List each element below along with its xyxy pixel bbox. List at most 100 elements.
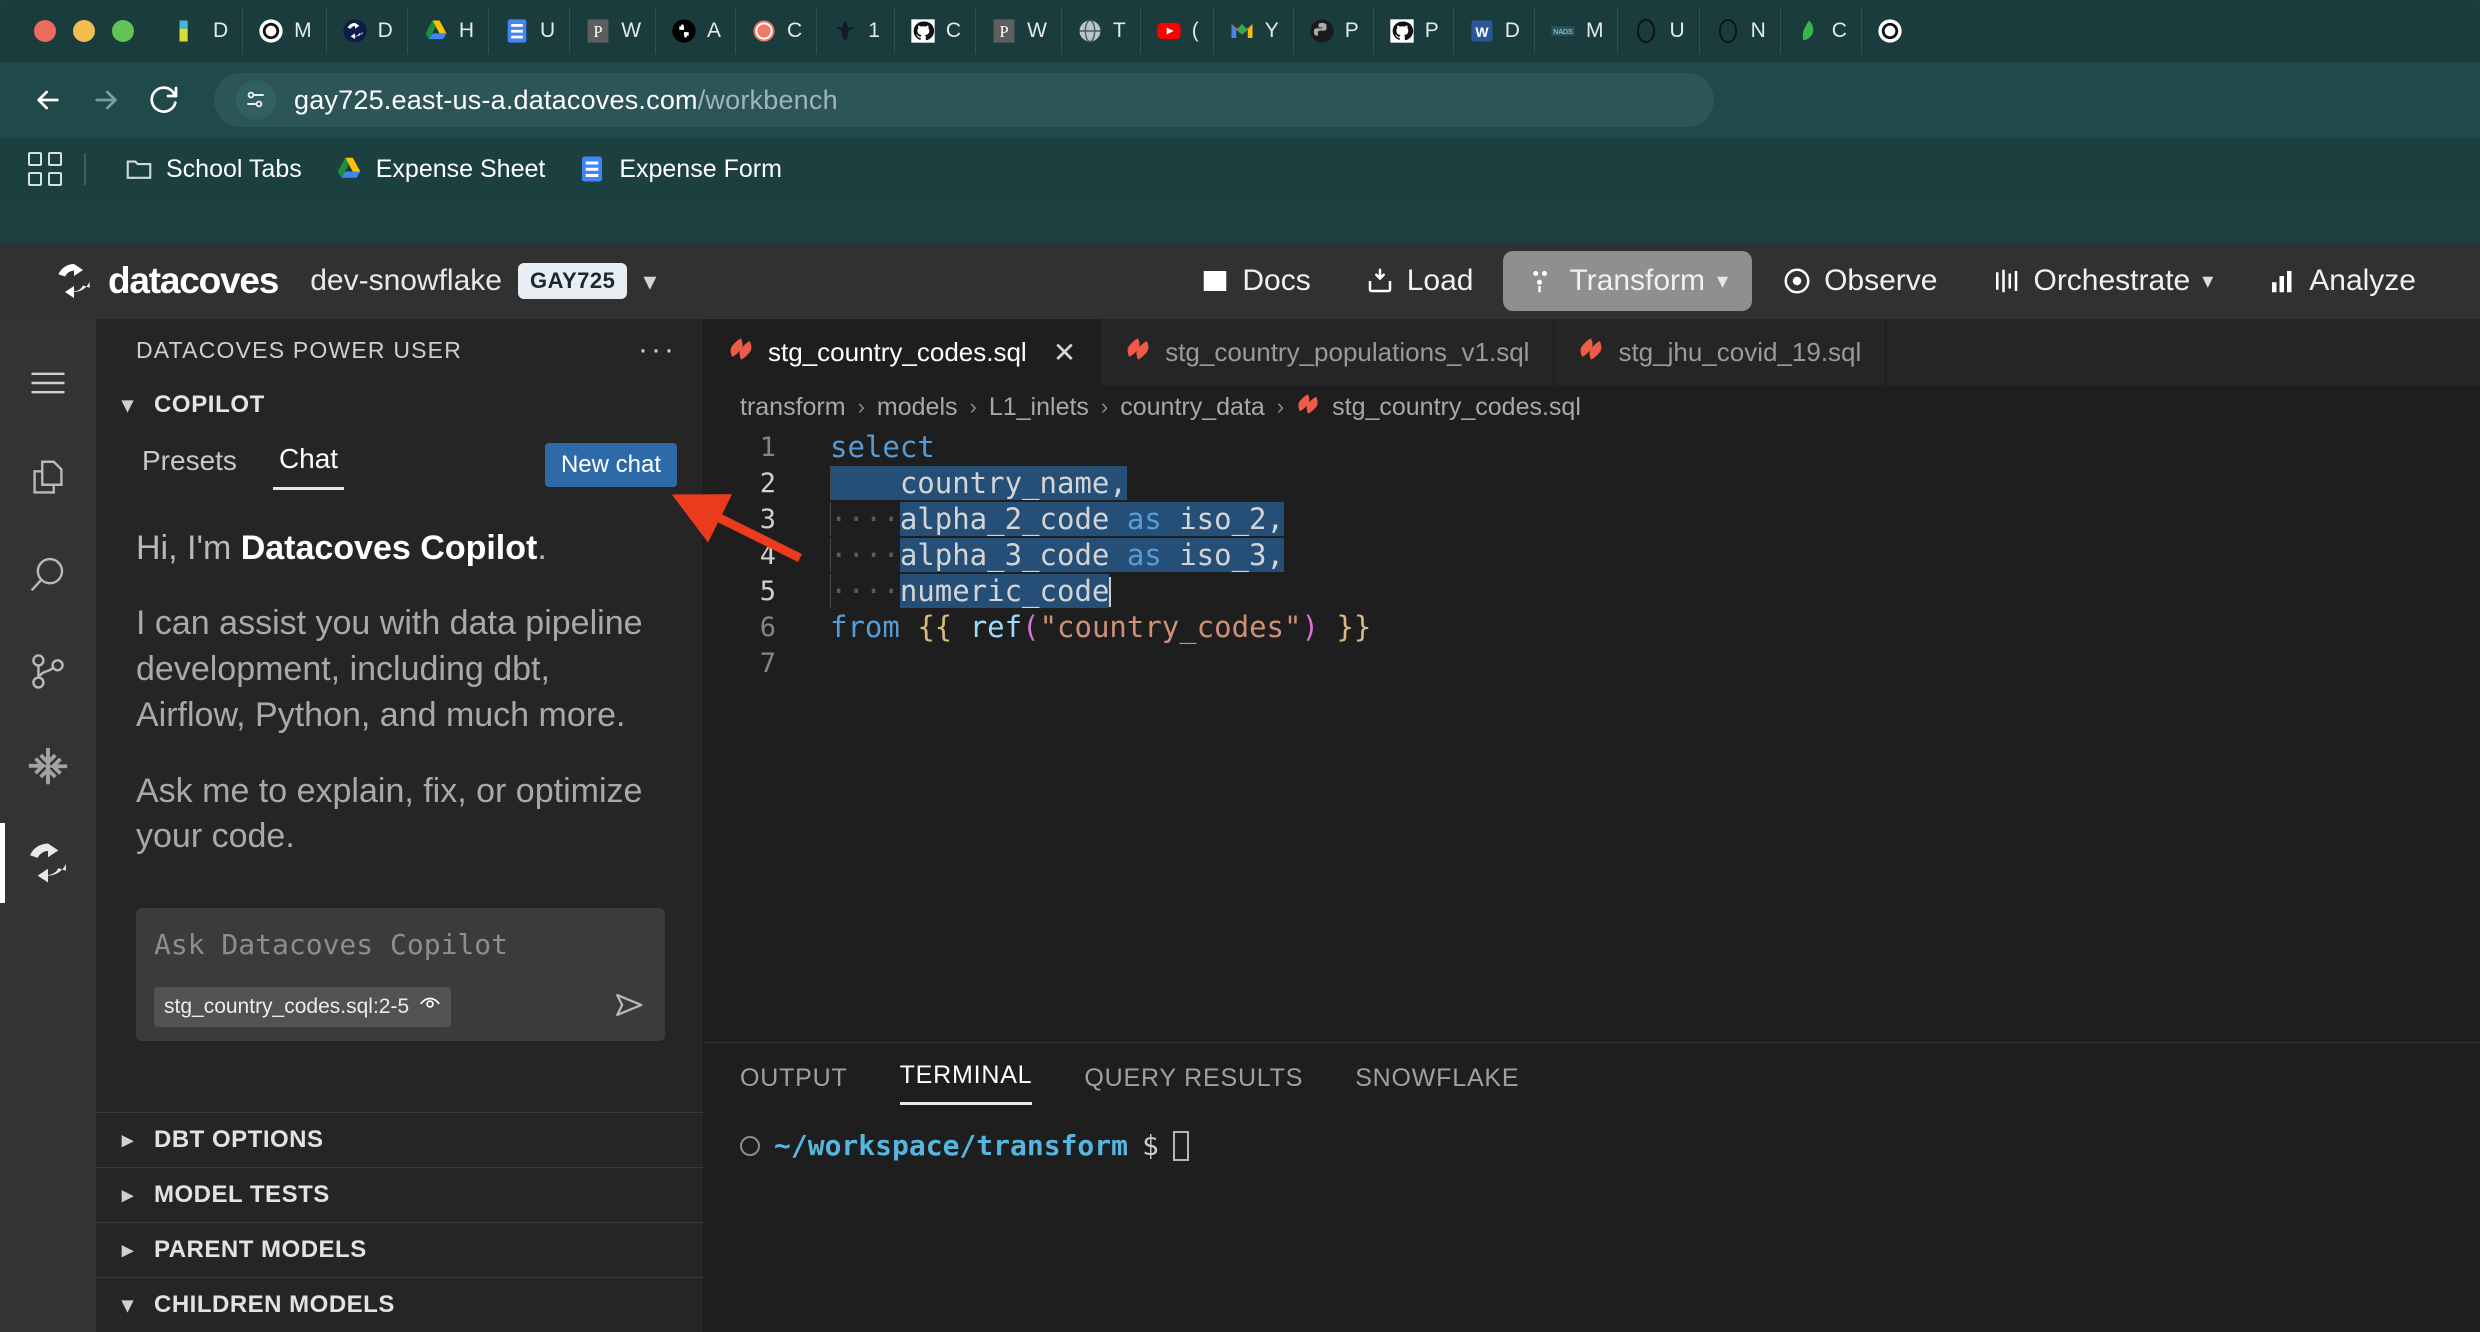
editor-tab[interactable]: stg_country_codes.sql ✕ <box>704 319 1102 385</box>
browser-tab[interactable]: A <box>655 8 735 54</box>
code-line[interactable]: 2 country_name, <box>704 465 2480 501</box>
accordion-children-models[interactable]: ▾ CHILDREN MODELS <box>96 1277 703 1332</box>
editor-tab[interactable]: stg_country_populations_v1.sql <box>1101 319 1555 385</box>
copilot-section-header[interactable]: ▾ COPILOT <box>96 381 703 429</box>
browser-tab[interactable]: H <box>406 8 488 54</box>
minimize-window-button[interactable] <box>73 20 95 42</box>
browser-tab[interactable]: C <box>893 8 975 54</box>
word-icon: W <box>1468 17 1496 45</box>
browser-tab-label: N <box>1750 19 1766 42</box>
browser-tab[interactable]: T <box>1060 8 1140 54</box>
panel-tab-output[interactable]: OUTPUT <box>740 1064 848 1105</box>
chevron-down-icon[interactable]: ▾ <box>643 266 656 297</box>
more-actions-icon[interactable]: ··· <box>638 333 677 367</box>
airflow-icon <box>831 17 859 45</box>
chevron-right-icon: ▸ <box>122 1127 134 1152</box>
eye-icon[interactable] <box>419 993 441 1021</box>
close-tab-icon[interactable]: ✕ <box>1053 336 1076 369</box>
code-line[interactable]: 3 ····alpha_2_code as iso_2, <box>704 501 2480 537</box>
code-line[interactable]: 7 <box>704 645 2480 681</box>
leaf-icon <box>1795 17 1823 45</box>
browser-tab[interactable]: WD <box>1452 8 1534 54</box>
browser-tab[interactable]: PW <box>569 8 655 54</box>
editor-tab[interactable]: stg_jhu_covid_19.sql <box>1554 319 1887 385</box>
code-line[interactable]: 1 select <box>704 429 2480 465</box>
send-message-button[interactable] <box>613 988 647 1027</box>
code-line[interactable]: 4 ····alpha_3_code as iso_3, <box>704 537 2480 573</box>
breadcrumb-item[interactable]: country_data <box>1120 393 1265 422</box>
browser-tab[interactable]: NADS M <box>1533 8 1618 54</box>
panel-tab-snowflake[interactable]: SNOWFLAKE <box>1355 1064 1519 1105</box>
bookmark-item[interactable]: Expense Form <box>561 148 798 190</box>
window-controls[interactable] <box>34 20 134 42</box>
browser-tab[interactable]: C <box>735 8 816 54</box>
address-bar[interactable]: gay725.east-us-a.datacoves.com/workbench <box>214 73 1714 127</box>
files-icon[interactable] <box>0 431 96 527</box>
nav-item-docs[interactable]: Docs <box>1176 251 1334 311</box>
accordion-model-tests[interactable]: ▸ MODEL TESTS <box>96 1167 703 1222</box>
site-settings-icon[interactable] <box>236 80 276 120</box>
code-line[interactable]: 5 ····numeric_code <box>704 573 2480 609</box>
panel-tab-query-results[interactable]: QUERY RESULTS <box>1084 1064 1303 1105</box>
code-line-content: ····alpha_2_code as iso_2, <box>830 502 1284 536</box>
browser-tab[interactable]: U <box>488 8 569 54</box>
maximize-window-button[interactable] <box>112 20 134 42</box>
nav-item-transform[interactable]: Transform ▾ <box>1503 251 1753 311</box>
browser-tab[interactable]: U <box>1617 8 1698 54</box>
nav-item-observe[interactable]: Observe <box>1758 251 1961 311</box>
nav-item-analyze[interactable]: Analyze <box>2243 251 2440 311</box>
accordion-dbt-options[interactable]: ▸ DBT OPTIONS <box>96 1112 703 1167</box>
breadcrumb-item[interactable]: stg_country_codes.sql <box>1332 393 1581 422</box>
environment-selector[interactable]: dev-snowflake GAY725 ▾ <box>310 263 656 299</box>
search-icon[interactable] <box>0 527 96 623</box>
context-chip[interactable]: stg_country_codes.sql:2-5 <box>154 987 452 1028</box>
browser-tab[interactable]: D <box>325 8 407 54</box>
copilot-composer[interactable]: Ask Datacoves Copilot stg_country_codes.… <box>136 908 665 1042</box>
hamburger-menu-icon[interactable] <box>0 335 96 431</box>
back-button[interactable] <box>22 74 74 126</box>
reload-button[interactable] <box>138 74 190 126</box>
browser-tab[interactable]: Y <box>1212 8 1293 54</box>
copilot-section-label: COPILOT <box>154 391 265 418</box>
url-host: gay725.east-us-a.datacoves.com <box>294 84 698 115</box>
panel-tab-terminal[interactable]: TERMINAL <box>899 1061 1033 1105</box>
code-line[interactable]: 6 from {{ ref("country_codes") }} <box>704 609 2480 645</box>
terminal-line[interactable]: ~/workspace/transform $ <box>704 1105 2480 1162</box>
browser-tab[interactable]: P <box>1292 8 1373 54</box>
breadcrumb-item[interactable]: L1_inlets <box>989 393 1089 422</box>
snowflake-icon[interactable] <box>0 719 96 815</box>
accordion-parent-models[interactable]: ▸ PARENT MODELS <box>96 1222 703 1277</box>
close-window-button[interactable] <box>34 20 56 42</box>
browser-tab[interactable]: P <box>1372 8 1453 54</box>
svg-text:W: W <box>1475 24 1489 40</box>
source-control-icon[interactable] <box>0 623 96 719</box>
browser-tab[interactable]: D <box>162 8 242 54</box>
docs-icon <box>176 17 204 45</box>
dbt-file-icon <box>1125 336 1151 369</box>
new-chat-button[interactable]: New chat <box>544 442 677 487</box>
code-editor[interactable]: 1 select 2 country_name, 3 ····alpha_2_code … <box>704 429 2480 1042</box>
breadcrumb-item[interactable]: models <box>877 393 958 422</box>
tab-presets[interactable]: Presets <box>136 441 243 489</box>
tab-chat[interactable]: Chat <box>272 439 345 490</box>
bookmark-item[interactable]: Expense Sheet <box>318 148 562 190</box>
browser-tab[interactable]: C <box>1779 8 1861 54</box>
nav-item-load[interactable]: Load <box>1341 251 1498 311</box>
browser-tab[interactable]: ( <box>1139 8 1213 54</box>
greeting-suffix: . <box>537 529 547 567</box>
browser-tab[interactable] <box>1860 8 1927 54</box>
bookmark-item[interactable]: School Tabs <box>108 148 318 190</box>
browser-tab[interactable]: N <box>1698 8 1780 54</box>
brand-name: datacoves <box>108 260 279 301</box>
browser-tab[interactable]: 1 <box>816 8 894 54</box>
forward-button[interactable] <box>80 74 132 126</box>
nav-item-label: Docs <box>1242 264 1311 297</box>
browser-tab[interactable]: PW <box>975 8 1061 54</box>
editor-tab-label: stg_country_populations_v1.sql <box>1165 336 1530 367</box>
datacoves-icon[interactable] <box>0 815 96 911</box>
browser-tab[interactable]: M <box>242 8 326 54</box>
breadcrumb-item[interactable]: transform <box>740 393 846 422</box>
nav-item-orchestrate[interactable]: Orchestrate ▾ <box>1967 251 2237 311</box>
brand[interactable]: datacoves <box>54 260 279 302</box>
apps-grid-icon[interactable] <box>28 152 62 186</box>
